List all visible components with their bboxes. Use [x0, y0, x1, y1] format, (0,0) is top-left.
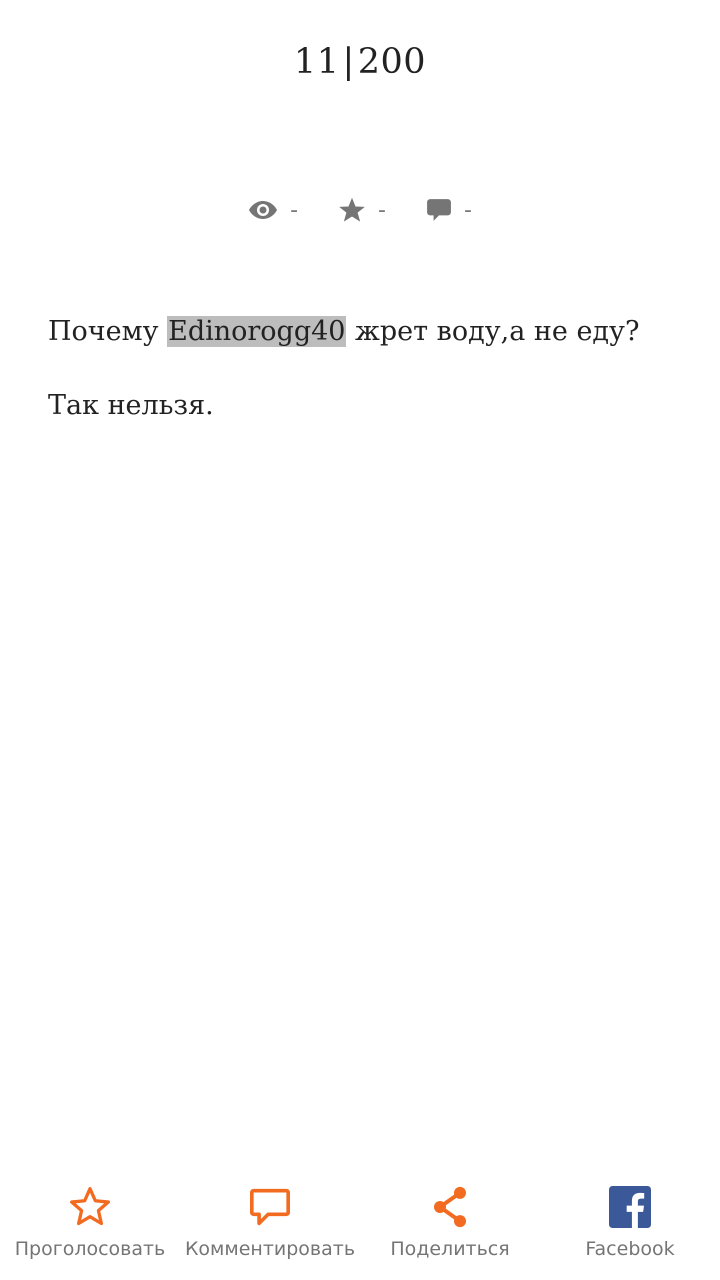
vote-button-label: Проголосовать — [14, 1238, 166, 1260]
eye-icon — [249, 201, 278, 219]
comments-count: - — [463, 197, 472, 223]
share-button[interactable]: Поделиться — [360, 1180, 540, 1280]
story-paragraph-1: Почему Edinorogg40 жрет воду,а не еду? — [48, 316, 640, 347]
facebook-icon — [609, 1186, 651, 1228]
comments-stat: - — [426, 197, 472, 223]
page-counter: 11|200 — [0, 42, 720, 82]
story-text: Почему Edinorogg40 жрет воду,а не еду? Т… — [48, 310, 678, 458]
star-icon — [339, 197, 365, 222]
comment-outline-icon — [250, 1188, 290, 1226]
share-button-label: Поделиться — [390, 1238, 510, 1260]
selected-text-highlight[interactable]: Edinorogg40 — [167, 316, 347, 347]
views-stat: - — [248, 198, 298, 223]
current-page-number: 11 — [293, 42, 340, 82]
part-stats: - - - — [0, 196, 720, 224]
votes-count: - — [378, 197, 386, 223]
vote-button[interactable]: Проголосовать — [0, 1180, 180, 1280]
votes-stat: - — [338, 196, 386, 224]
comment-bubble-icon — [427, 199, 451, 221]
facebook-button[interactable]: Facebook — [540, 1180, 720, 1280]
comment-button[interactable]: Комментировать — [180, 1180, 360, 1280]
bottom-action-bar: Проголосовать Комментировать Поделиться — [0, 1180, 720, 1280]
comment-button-label: Комментировать — [184, 1238, 356, 1260]
share-icon — [434, 1186, 466, 1228]
story-paragraph-2: Так нельзя. — [48, 390, 214, 421]
star-outline-icon — [70, 1187, 110, 1226]
total-pages-number: 200 — [357, 42, 427, 82]
facebook-button-label: Facebook — [585, 1238, 675, 1260]
page-separator: | — [342, 42, 355, 82]
views-count: - — [290, 197, 299, 223]
